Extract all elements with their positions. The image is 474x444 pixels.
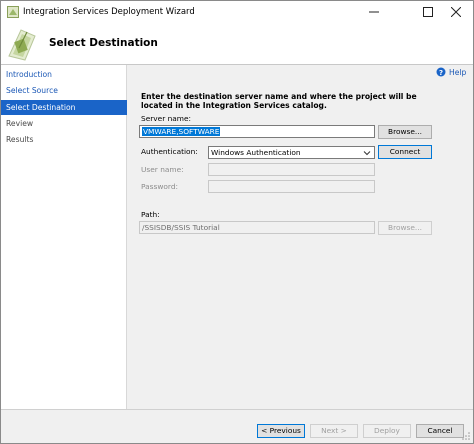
wizard-window: Integration Services Deployment Wizard S… bbox=[0, 0, 474, 444]
previous-button[interactable]: < Previous bbox=[257, 424, 305, 438]
server-name-value: VMWARE,SOFTWARE bbox=[142, 127, 221, 136]
close-icon bbox=[451, 7, 461, 17]
password-field[interactable] bbox=[208, 180, 375, 193]
help-icon: ? bbox=[436, 67, 446, 77]
path-label: Path: bbox=[141, 210, 160, 219]
sidebar-item-results: Results bbox=[6, 135, 34, 144]
user-name-label: User name: bbox=[141, 165, 184, 174]
browse-server-button[interactable]: Browse... bbox=[378, 125, 432, 139]
deploy-button[interactable]: Deploy bbox=[363, 424, 411, 438]
sidebar-item-introduction[interactable]: Introduction bbox=[1, 67, 127, 82]
user-name-field[interactable] bbox=[208, 163, 375, 176]
window-title: Integration Services Deployment Wizard bbox=[23, 7, 195, 17]
sidebar-item-review: Review bbox=[6, 119, 34, 128]
help-label: Help bbox=[449, 67, 467, 77]
next-button[interactable]: Next > bbox=[310, 424, 358, 438]
authentication-dropdown[interactable]: Windows Authentication bbox=[208, 146, 375, 159]
minimize-button[interactable] bbox=[357, 1, 391, 23]
svg-text:?: ? bbox=[439, 69, 443, 77]
instruction-text: Enter the destination server name and wh… bbox=[141, 92, 417, 110]
title-bar[interactable]: Integration Services Deployment Wizard bbox=[1, 1, 473, 23]
authentication-value: Windows Authentication bbox=[211, 148, 301, 157]
wizard-header: Select Destination bbox=[1, 23, 473, 65]
password-label: Password: bbox=[141, 182, 179, 191]
dropdown-arrow-icon bbox=[363, 151, 371, 156]
authentication-label: Authentication: bbox=[141, 147, 198, 156]
wizard-header-icon bbox=[8, 29, 36, 61]
sidebar-item-select-source[interactable]: Select Source bbox=[1, 83, 127, 98]
wizard-steps-sidebar: Introduction Select Source Select Destin… bbox=[1, 65, 127, 409]
path-field[interactable]: /SSISDB/SSIS Tutorial bbox=[139, 221, 375, 234]
server-name-field[interactable]: VMWARE,SOFTWARE bbox=[139, 125, 375, 138]
server-name-label: Server name: bbox=[141, 114, 192, 123]
resize-grip-icon[interactable] bbox=[461, 431, 471, 441]
close-button[interactable] bbox=[439, 1, 473, 23]
connect-button[interactable]: Connect bbox=[378, 145, 432, 159]
page-title: Select Destination bbox=[49, 37, 158, 49]
app-icon bbox=[7, 6, 19, 18]
browse-path-button[interactable]: Browse... bbox=[378, 221, 432, 235]
cancel-button[interactable]: Cancel bbox=[416, 424, 464, 438]
sidebar-item-select-destination[interactable]: Select Destination bbox=[1, 100, 127, 115]
maximize-icon bbox=[423, 7, 433, 17]
minimize-icon bbox=[369, 11, 379, 13]
help-link[interactable]: ? Help bbox=[436, 67, 466, 77]
